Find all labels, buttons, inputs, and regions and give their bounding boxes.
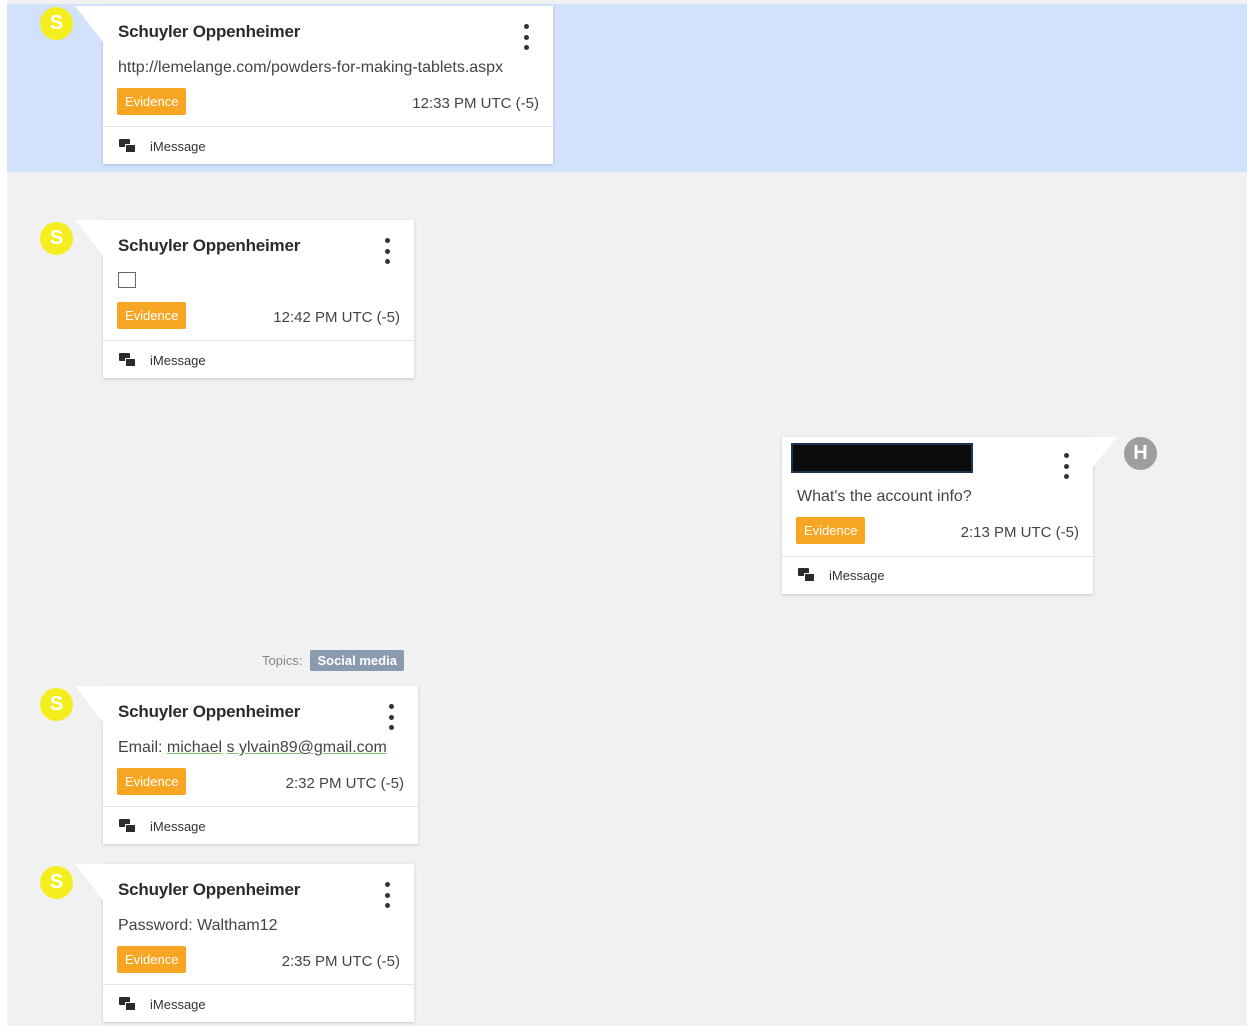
divider	[782, 556, 1093, 557]
evidence-button[interactable]: Evidence	[117, 768, 187, 795]
more-vert-icon[interactable]	[382, 882, 392, 908]
message-card[interactable]: Schuyler Oppenheimer Evidence 12:42 PM U…	[75, 220, 414, 378]
chat-bubbles-icon	[119, 139, 136, 154]
message-text[interactable]: What's the account info?	[797, 488, 972, 506]
unknown-glyph-icon	[118, 272, 136, 288]
chat-bubbles-icon	[119, 353, 136, 368]
platform-label: iMessage	[119, 353, 206, 368]
message-text[interactable]: Password: Waltham12	[118, 917, 277, 935]
message-timestamp: 2:35 PM UTC (-5)	[281, 953, 400, 970]
message-timestamp: 2:32 PM UTC (-5)	[285, 775, 404, 792]
message-timestamp: 2:13 PM UTC (-5)	[960, 524, 1079, 541]
avatar[interactable]: S	[40, 7, 73, 40]
redacted-sender-name	[791, 443, 973, 473]
divider	[103, 984, 414, 985]
platform-label: iMessage	[798, 568, 885, 583]
platform-label: iMessage	[119, 997, 206, 1012]
topic-tag[interactable]: Social media	[310, 650, 404, 671]
topics-label: Topics:	[262, 653, 303, 668]
email-link-part[interactable]: michael	[167, 739, 222, 756]
divider	[103, 806, 418, 807]
divider	[103, 126, 553, 127]
avatar[interactable]: S	[40, 866, 73, 899]
message-text[interactable]: Email: michael s ylvain89@gmail.com	[118, 739, 387, 757]
evidence-button[interactable]: Evidence	[117, 302, 187, 329]
chat-bubbles-icon	[119, 997, 136, 1012]
message-card[interactable]: What's the account info? Evidence 2:13 P…	[782, 437, 1117, 594]
sender-name: Schuyler Oppenheimer	[118, 236, 301, 255]
message-text[interactable]: http://lemelange.com/powders-for-making-…	[118, 59, 503, 77]
more-vert-icon[interactable]	[386, 704, 396, 730]
more-vert-icon[interactable]	[1061, 453, 1071, 479]
avatar[interactable]: H	[1124, 437, 1157, 470]
topics-row: Topics: Social media	[262, 650, 404, 671]
avatar[interactable]: S	[40, 688, 73, 721]
more-vert-icon[interactable]	[382, 238, 392, 264]
evidence-button[interactable]: Evidence	[117, 88, 187, 115]
sender-name: Schuyler Oppenheimer	[118, 702, 301, 721]
platform-label: iMessage	[119, 819, 206, 834]
divider	[103, 340, 414, 341]
more-vert-icon[interactable]	[521, 24, 531, 50]
sender-name: Schuyler Oppenheimer	[118, 22, 301, 41]
message-text[interactable]	[118, 272, 136, 293]
email-link-part[interactable]: s ylvain89@gmail.com	[227, 739, 387, 756]
sender-name: Schuyler Oppenheimer	[118, 880, 301, 899]
message-card[interactable]: Schuyler Oppenheimer http://lemelange.co…	[75, 6, 553, 164]
chat-bubbles-icon	[798, 568, 815, 583]
evidence-button[interactable]: Evidence	[117, 946, 187, 973]
chat-bubbles-icon	[119, 819, 136, 834]
message-timestamp: 12:33 PM UTC (-5)	[412, 95, 539, 112]
message-timestamp: 12:42 PM UTC (-5)	[273, 309, 400, 326]
avatar[interactable]: S	[40, 222, 73, 255]
evidence-button[interactable]: Evidence	[796, 517, 866, 544]
message-card[interactable]: Schuyler Oppenheimer Email: michael s yl…	[75, 686, 418, 844]
platform-label: iMessage	[119, 139, 206, 154]
message-thread: S Schuyler Oppenheimer http://lemelange.…	[7, 0, 1247, 1026]
message-card[interactable]: Schuyler Oppenheimer Password: Waltham12…	[75, 864, 414, 1022]
